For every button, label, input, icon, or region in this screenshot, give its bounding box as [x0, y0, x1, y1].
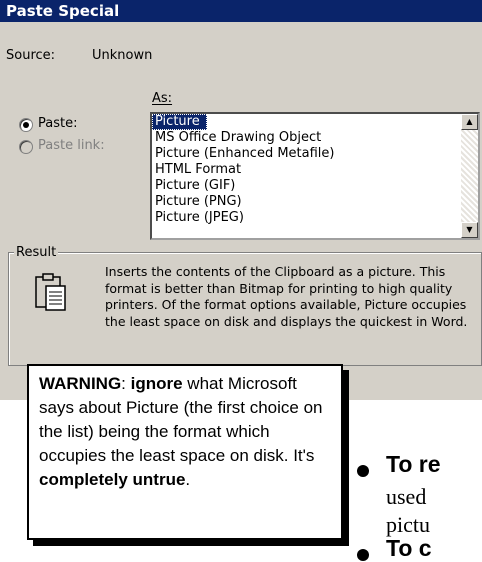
- result-label: Result: [14, 245, 59, 260]
- source-label: Source:: [6, 48, 56, 63]
- scroll-up-arrow-icon[interactable]: ▲: [461, 114, 478, 130]
- paste-special-dialog: Paste Special Source: Unknown As: Paste:…: [0, 0, 482, 400]
- list-item[interactable]: MS Office Drawing Object: [152, 130, 478, 146]
- warning-callout: WARNING: ignore what Microsoft says abou…: [27, 364, 343, 540]
- warning-heading: WARNING: [39, 374, 122, 393]
- warning-text: :: [121, 374, 131, 393]
- paste-radio-label[interactable]: Paste:: [38, 116, 77, 131]
- list-item[interactable]: Picture (GIF): [152, 178, 478, 194]
- list-item[interactable]: HTML Format: [152, 162, 478, 178]
- as-label: As:: [152, 91, 173, 106]
- body-text-line: used: [386, 484, 427, 509]
- result-description: Inserts the contents of the Clipboard as…: [105, 264, 468, 329]
- list-item[interactable]: Picture (Enhanced Metafile): [152, 146, 478, 162]
- list-item[interactable]: Picture (PNG): [152, 194, 478, 210]
- paste-link-radio[interactable]: [19, 140, 33, 154]
- warning-emphasis: completely untrue: [39, 470, 186, 489]
- bullet-icon: [357, 549, 369, 561]
- list-item[interactable]: Picture: [152, 114, 207, 130]
- dialog-title: Paste Special: [0, 0, 482, 22]
- warning-ignore: ignore: [130, 374, 183, 393]
- source-value: Unknown: [92, 48, 153, 63]
- warning-text: .: [185, 470, 191, 489]
- bullet-heading-1: To re: [386, 451, 441, 477]
- bullet-heading-2: To c: [386, 535, 432, 561]
- clipboard-icon: [35, 273, 66, 311]
- paste-link-radio-label[interactable]: Paste link:: [38, 138, 105, 153]
- list-item[interactable]: Picture (JPEG): [152, 210, 478, 226]
- listbox-scrollbar[interactable]: ▲ ▼: [461, 114, 478, 238]
- bullet-icon: [357, 465, 369, 477]
- as-format-listbox[interactable]: Picture MS Office Drawing Object Picture…: [150, 112, 480, 240]
- paste-radio[interactable]: [19, 118, 33, 132]
- scroll-down-arrow-icon[interactable]: ▼: [461, 222, 478, 238]
